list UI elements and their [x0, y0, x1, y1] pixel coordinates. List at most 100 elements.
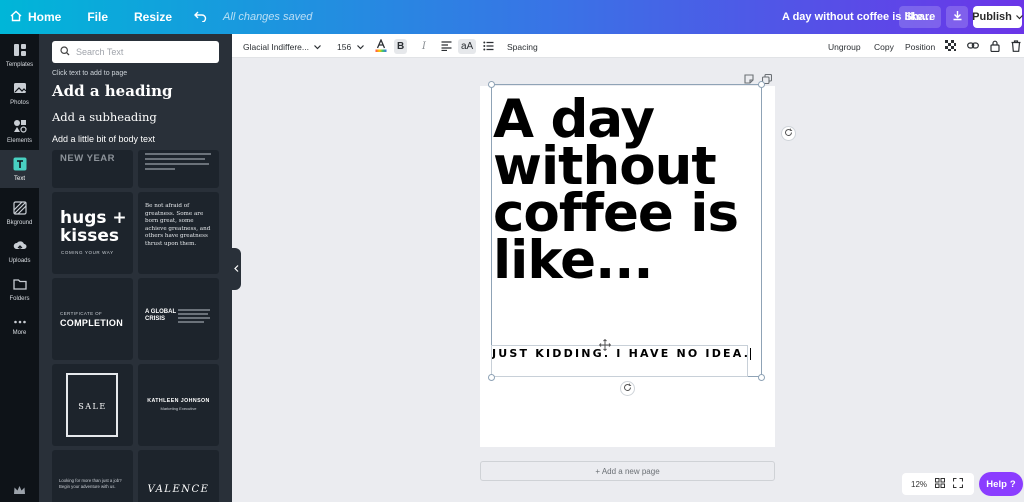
rail-text[interactable]: Text	[0, 150, 39, 188]
elements-icon	[13, 119, 27, 135]
spacing-button[interactable]: Spacing	[507, 39, 538, 54]
template-tile-certificate[interactable]: CERTIFICATE OF COMPLETION	[52, 278, 133, 360]
tile-hugs-sub: COMING YOUR WAY	[61, 250, 114, 255]
rail-uploads[interactable]: Uploads	[0, 232, 39, 270]
text-cursor	[750, 348, 752, 360]
rail-photos-label: Photos	[10, 99, 29, 106]
bullet-list-icon	[483, 41, 494, 53]
align-left-icon	[441, 40, 452, 53]
letter-case-button[interactable]: aA	[458, 39, 477, 54]
add-body-text-button[interactable]: Add a little bit of body text	[52, 134, 155, 144]
transparency-button[interactable]	[945, 39, 956, 54]
publish-label: Publish	[972, 11, 1012, 23]
delete-button[interactable]	[1011, 39, 1021, 54]
headline-text[interactable]: A day without coffee is like...	[493, 93, 763, 287]
add-subheading-button[interactable]: Add a subheading	[52, 110, 157, 124]
italic-button[interactable]: I	[422, 39, 426, 54]
rail-text-label: Text	[13, 175, 25, 182]
undo-icon[interactable]	[194, 9, 207, 26]
home-label: Home	[28, 10, 62, 24]
download-icon	[952, 8, 963, 26]
resize-handle-bottom-left[interactable]	[488, 374, 495, 381]
rail-elements-label: Elements	[6, 137, 32, 144]
add-page-button[interactable]: + Add a new page	[480, 461, 775, 481]
position-button[interactable]: Position	[905, 39, 935, 54]
templates-icon	[13, 43, 27, 59]
ungroup-button[interactable]: Ungroup	[828, 39, 861, 54]
subline-text[interactable]: JUST KIDDING. I HAVE NO IDEA.	[492, 346, 762, 361]
collapse-panel-button[interactable]	[232, 248, 241, 290]
lock-button[interactable]	[990, 39, 1000, 54]
text-color-button[interactable]	[375, 38, 387, 54]
template-tile-newyear[interactable]: NEW YEAR	[52, 150, 133, 188]
template-tile-small-text[interactable]	[138, 150, 219, 188]
help-label: Help	[986, 478, 1007, 490]
template-tile-hugs[interactable]: hugs + kisses COMING YOUR WAY	[52, 192, 133, 274]
file-menu[interactable]: File	[87, 10, 108, 24]
copy-button[interactable]: Copy	[874, 39, 894, 54]
tile-name-text: KATHLEEN JOHNSON	[147, 398, 210, 404]
rail-more[interactable]: More	[0, 308, 39, 346]
text-panel: Click text to add to page Add a heading …	[39, 34, 232, 502]
resize-handle-bottom-right[interactable]	[758, 374, 765, 381]
rail-templates[interactable]: Templates	[0, 36, 39, 74]
download-button[interactable]	[946, 6, 968, 28]
grid-view-icon[interactable]	[935, 478, 946, 490]
chevron-down-icon	[1015, 11, 1023, 23]
template-tile-sale[interactable]: SALE	[52, 364, 133, 446]
background-icon	[12, 200, 27, 217]
chevron-left-icon	[234, 264, 239, 274]
resize-handle-top-left[interactable]	[488, 81, 495, 88]
top-bar: Home File Resize All changes saved A day…	[0, 0, 1024, 34]
move-icon[interactable]	[599, 338, 611, 356]
rail-elements[interactable]: Elements	[0, 112, 39, 150]
template-tile-quote[interactable]: Be not afraid of greatness. Some are bor…	[138, 192, 219, 274]
add-heading-button[interactable]: Add a heading	[52, 82, 173, 100]
tile-crisis-text: A GLOBAL CRISIS	[145, 309, 177, 323]
rotate-button[interactable]	[781, 126, 796, 141]
zoom-level[interactable]: 12%	[911, 480, 927, 489]
link-button[interactable]	[967, 39, 979, 54]
font-size-value: 156	[337, 41, 352, 52]
crown-icon[interactable]	[13, 482, 26, 500]
rotate-icon	[623, 383, 632, 394]
tile-cert-main: COMPLETION	[60, 318, 123, 328]
save-status: All changes saved	[223, 11, 313, 23]
more-dots-icon	[13, 319, 27, 327]
search-input[interactable]	[76, 47, 206, 57]
align-left-button[interactable]	[441, 39, 452, 54]
rail-folders[interactable]: Folders	[0, 270, 39, 308]
search-icon	[60, 43, 70, 61]
side-rail: Templates Photos Elements Text Bkground …	[0, 34, 39, 502]
tile-valence-text: VALENCE	[147, 484, 210, 495]
rail-background[interactable]: Bkground	[0, 194, 39, 232]
font-family-select[interactable]: Glacial Indiffere...	[243, 39, 321, 54]
template-tile-name[interactable]: KATHLEEN JOHNSON Marketing Executive	[138, 364, 219, 446]
lock-icon	[990, 40, 1000, 54]
list-button[interactable]	[483, 39, 494, 54]
template-tile-valence[interactable]: VALENCE	[138, 450, 219, 502]
font-size-select[interactable]: 156	[337, 39, 365, 54]
resize-handle-top-right[interactable]	[758, 81, 765, 88]
rotate-icon	[784, 128, 793, 139]
template-tile-crisis[interactable]: A GLOBAL CRISIS	[138, 278, 219, 360]
help-button[interactable]: Help ?	[979, 472, 1023, 496]
rotate-handle[interactable]	[620, 381, 635, 396]
fullscreen-icon[interactable]	[952, 477, 964, 490]
rail-photos[interactable]: Photos	[0, 74, 39, 112]
chevron-down-icon	[357, 42, 365, 52]
publish-button[interactable]: Publish	[972, 6, 1023, 28]
editor-toolbar: Glacial Indiffere... 156 B I aA Spacing …	[232, 34, 1024, 58]
text-color-icon	[375, 38, 387, 54]
resize-menu[interactable]: Resize	[134, 10, 172, 24]
rail-more-label: More	[12, 329, 27, 336]
tile-sale-text: SALE	[78, 402, 107, 411]
help-question-icon: ?	[1009, 478, 1016, 490]
share-button[interactable]: Share	[899, 6, 941, 28]
trash-icon	[1011, 39, 1021, 54]
template-tile-looking[interactable]: Looking for more than just a job? Begin …	[52, 450, 133, 502]
home-button[interactable]: Home	[10, 10, 61, 25]
search-box[interactable]	[52, 41, 219, 63]
chevron-down-icon	[314, 42, 321, 52]
bold-button[interactable]: B	[394, 39, 408, 54]
